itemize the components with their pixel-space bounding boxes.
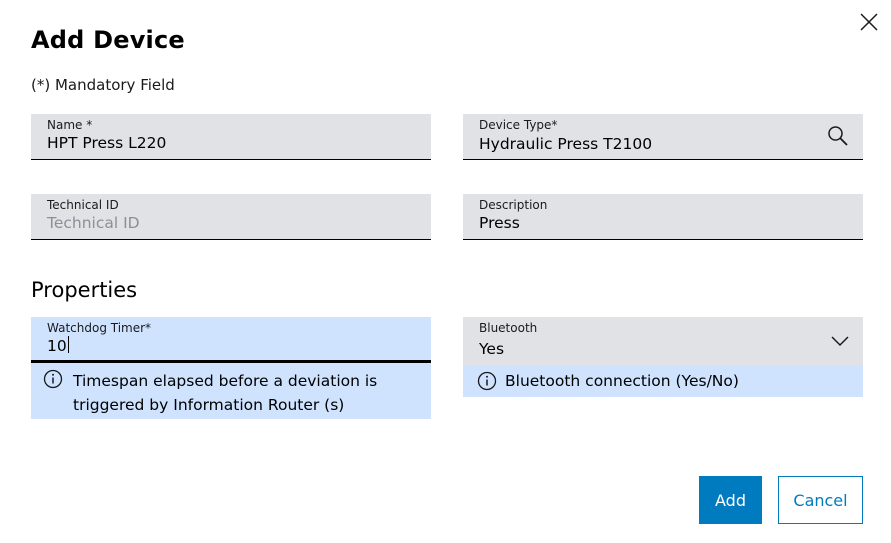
info-icon [477, 371, 497, 391]
device-type-field[interactable]: Device Type* Hydraulic Press T2100 [463, 114, 863, 160]
info-icon [43, 369, 63, 389]
technical-id-placeholder[interactable]: Technical ID [47, 214, 140, 232]
add-device-dialog: Add Device (*) Mandatory Field Name * HP… [0, 0, 891, 543]
watchdog-helper: Timespan elapsed before a deviation is t… [31, 363, 431, 419]
mandatory-field-note: (*) Mandatory Field [31, 76, 175, 94]
properties-heading: Properties [31, 278, 138, 302]
watchdog-timer-label: Watchdog Timer* [47, 321, 152, 335]
technical-id-field[interactable]: Technical ID Technical ID [31, 194, 431, 240]
technical-id-label: Technical ID [47, 198, 119, 212]
description-label: Description [479, 198, 548, 212]
add-button[interactable]: Add [699, 476, 762, 524]
bluetooth-label: Bluetooth [479, 321, 538, 335]
bluetooth-helper-text: Bluetooth connection (Yes/No) [505, 372, 739, 390]
watchdog-helper-text: Timespan elapsed before a deviation is t… [73, 372, 378, 414]
text-cursor [67, 336, 69, 353]
name-label: Name * [47, 118, 93, 132]
name-value[interactable]: HPT Press L220 [47, 134, 166, 152]
cancel-button[interactable]: Cancel [778, 476, 863, 524]
description-field[interactable]: Description Press [463, 194, 863, 240]
watchdog-timer-input[interactable]: 10 [47, 336, 69, 355]
dialog-title: Add Device [31, 26, 185, 54]
description-value[interactable]: Press [479, 214, 520, 232]
bluetooth-select[interactable]: Bluetooth Yes [463, 317, 863, 365]
device-type-value[interactable]: Hydraulic Press T2100 [479, 135, 652, 153]
bluetooth-helper: Bluetooth connection (Yes/No) [463, 365, 863, 397]
device-type-label: Device Type* [479, 118, 558, 132]
watchdog-timer-value: 10 [47, 337, 67, 355]
name-field[interactable]: Name * HPT Press L220 [31, 114, 431, 160]
watchdog-timer-field[interactable]: Watchdog Timer* 10 [31, 317, 431, 363]
chevron-down-icon[interactable] [831, 334, 849, 347]
close-icon[interactable] [858, 11, 880, 33]
search-icon[interactable] [827, 125, 849, 147]
bluetooth-value[interactable]: Yes [479, 340, 504, 358]
